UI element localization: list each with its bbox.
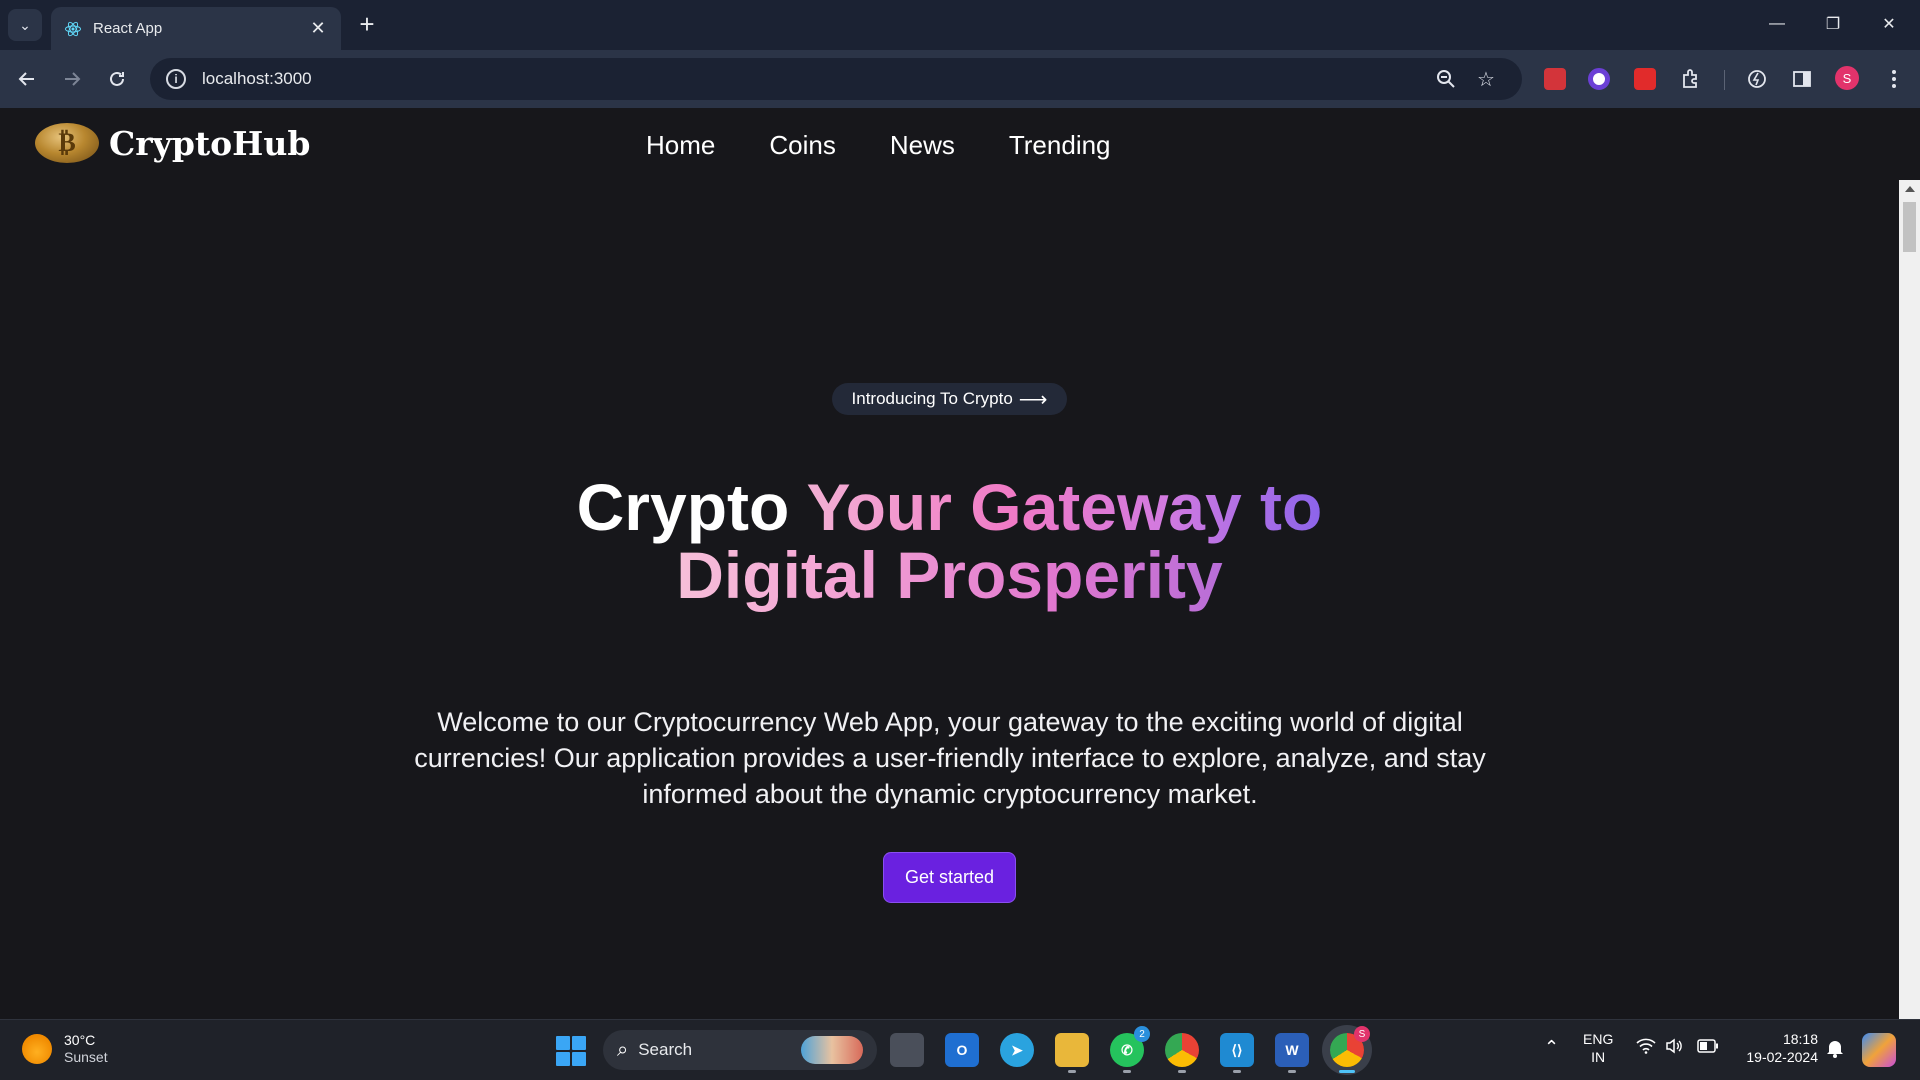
- extension-purple-icon[interactable]: [1585, 65, 1613, 93]
- file-explorer-icon[interactable]: [1055, 1033, 1089, 1073]
- hero-headline: Crypto Your Gateway to Digital Prosperit…: [0, 473, 1899, 609]
- toolbar-separator: [1724, 70, 1725, 90]
- browser-menu-icon[interactable]: [1880, 65, 1908, 93]
- region-code: IN: [1591, 1049, 1606, 1065]
- performance-icon[interactable]: [1743, 65, 1771, 93]
- close-tab-icon[interactable]: ✕: [307, 18, 329, 39]
- extensions-puzzle-icon[interactable]: [1677, 65, 1705, 93]
- running-indicator: [1068, 1070, 1076, 1073]
- headline-plain: Crypto: [576, 470, 790, 544]
- intro-pill-link[interactable]: Introducing To Crypto ⟶: [832, 383, 1067, 415]
- brand-name: CryptoHub: [109, 123, 311, 163]
- windows-taskbar: 30°C Sunset ⌕ Search O ➤ ✆ 2 ⟨⟩ W S ⌃ EN…: [0, 1019, 1920, 1080]
- bookmark-star-icon[interactable]: ☆: [1466, 59, 1506, 99]
- intro-pill-label: Introducing To Crypto: [851, 389, 1013, 408]
- site-info-icon[interactable]: i: [166, 69, 186, 89]
- chevron-down-icon: ⌄: [19, 16, 31, 33]
- close-window-button[interactable]: ✕: [1867, 8, 1911, 40]
- restore-window-button[interactable]: ❐: [1811, 8, 1855, 40]
- telegram-icon[interactable]: ➤: [1000, 1033, 1034, 1067]
- site-logo[interactable]: ₿ CryptoHub: [35, 123, 310, 163]
- chrome-profile-badge: S: [1354, 1026, 1370, 1042]
- search-icon: ⌕: [617, 1038, 629, 1061]
- side-panel-icon[interactable]: [1788, 65, 1816, 93]
- taskbar-search-box[interactable]: ⌕ Search: [603, 1030, 877, 1070]
- hero-intro-text: Welcome to our Cryptocurrency Web App, y…: [414, 707, 1486, 809]
- forward-button[interactable]: [55, 62, 89, 96]
- chrome-icon[interactable]: S: [1330, 1026, 1370, 1073]
- address-bar[interactable]: i localhost:3000 ☆: [150, 58, 1522, 100]
- react-icon: [63, 19, 83, 39]
- nav-news[interactable]: News: [890, 130, 955, 161]
- whatsapp-icon[interactable]: ✆ 2: [1110, 1026, 1150, 1073]
- task-view-icon[interactable]: [890, 1033, 924, 1067]
- extension-red-icon[interactable]: [1541, 65, 1569, 93]
- running-indicator: [1178, 1070, 1186, 1073]
- wifi-icon[interactable]: [1636, 1038, 1656, 1058]
- nav-trending[interactable]: Trending: [1009, 130, 1111, 161]
- running-indicator: [1288, 1070, 1296, 1073]
- main-nav: Home Coins News Trending: [646, 130, 1111, 161]
- nav-home[interactable]: Home: [646, 130, 715, 161]
- system-clock[interactable]: 18:18 19-02-2024: [1734, 1030, 1818, 1066]
- bitcoin-coin-icon: ₿: [35, 123, 99, 163]
- running-indicator: [1123, 1070, 1131, 1073]
- volume-icon[interactable]: [1665, 1038, 1683, 1058]
- browser-tab-bar: ⌄ React App ✕ + — ❐ ✕: [0, 0, 1920, 50]
- language-indicator[interactable]: ENG IN: [1583, 1030, 1613, 1066]
- headline-gradient-line2: Digital Prosperity: [676, 538, 1223, 612]
- headline-gradient-line1: Your Gateway to: [806, 470, 1323, 544]
- scrollbar-thumb[interactable]: [1903, 202, 1916, 252]
- url-text: localhost:3000: [202, 69, 312, 88]
- word-icon[interactable]: W: [1275, 1033, 1309, 1073]
- taskbar-search-label: Search: [638, 1040, 693, 1059]
- search-highlight-image: [801, 1036, 863, 1064]
- chrome-alt-profile-icon[interactable]: [1165, 1033, 1199, 1073]
- weather-description: Sunset: [64, 1049, 108, 1065]
- zoom-icon[interactable]: [1426, 59, 1466, 99]
- copilot-icon[interactable]: [1862, 1033, 1896, 1067]
- nav-coins[interactable]: Coins: [769, 130, 835, 161]
- running-indicator: [1233, 1070, 1241, 1073]
- arrow-right-icon: ⟶: [1018, 388, 1048, 411]
- show-hidden-icons-chevron-up-icon[interactable]: ⌃: [1544, 1038, 1559, 1056]
- scroll-up-icon[interactable]: [1905, 186, 1915, 192]
- page-scrollbar[interactable]: [1899, 180, 1920, 1019]
- tab-title: React App: [93, 20, 163, 37]
- language-code: ENG: [1583, 1031, 1614, 1047]
- browser-toolbar: i localhost:3000 ☆: [0, 50, 1920, 108]
- profile-avatar[interactable]: S: [1835, 66, 1859, 90]
- whatsapp-badge: 2: [1134, 1026, 1150, 1042]
- new-tab-button[interactable]: +: [352, 10, 382, 40]
- reload-button[interactable]: [100, 62, 134, 96]
- outlook-icon[interactable]: O: [945, 1033, 979, 1067]
- minimize-window-button[interactable]: —: [1755, 8, 1799, 40]
- get-started-button[interactable]: Get started: [883, 852, 1016, 903]
- back-button[interactable]: [10, 62, 44, 96]
- vscode-icon[interactable]: ⟨⟩: [1220, 1033, 1254, 1073]
- browser-tab-active[interactable]: React App ✕: [51, 7, 341, 50]
- weather-widget[interactable]: 30°C Sunset: [22, 1032, 108, 1066]
- weather-temperature: 30°C: [64, 1032, 96, 1048]
- extension-pen-icon[interactable]: [1631, 65, 1659, 93]
- tab-search-button[interactable]: ⌄: [8, 9, 42, 41]
- active-app-indicator: [1339, 1070, 1355, 1073]
- battery-icon[interactable]: [1697, 1039, 1719, 1057]
- web-page: ₿ CryptoHub Home Coins News Trending Int…: [0, 108, 1899, 1019]
- notification-bell-icon[interactable]: [1826, 1038, 1844, 1062]
- windows-start-icon[interactable]: [556, 1036, 586, 1066]
- clock-date: 19-02-2024: [1746, 1049, 1818, 1065]
- sunset-weather-icon: [22, 1034, 52, 1064]
- clock-time: 18:18: [1782, 1031, 1818, 1047]
